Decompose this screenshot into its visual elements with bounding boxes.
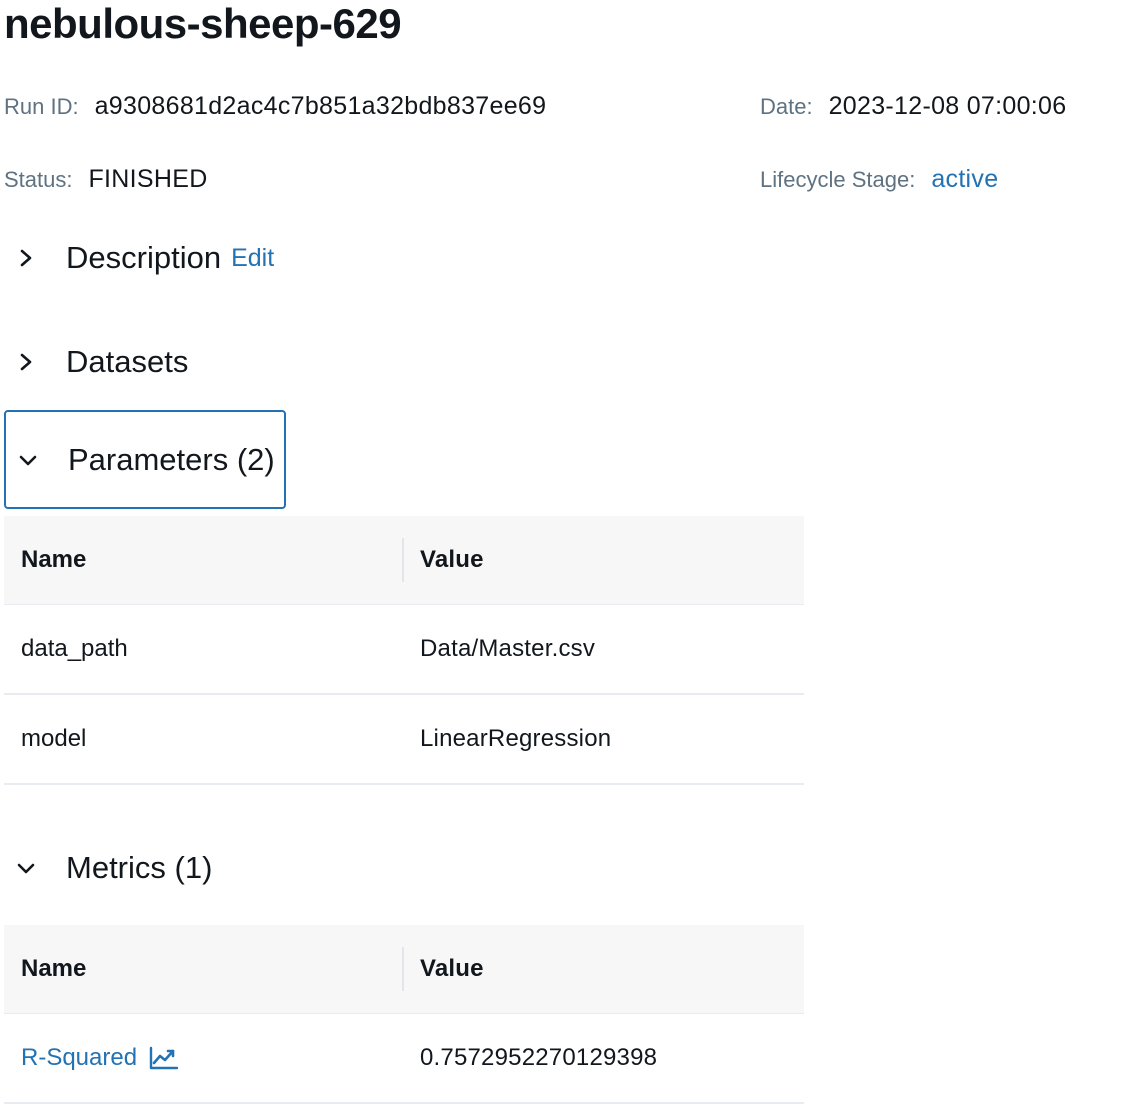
- run-id-value[interactable]: a9308681d2ac4c7b851a32bdb837ee69: [95, 92, 547, 121]
- datasets-title: Datasets: [66, 344, 189, 379]
- run-id-label: Run ID:: [4, 94, 79, 119]
- description-title: Description: [66, 240, 222, 275]
- date-label: Date:: [760, 94, 813, 119]
- table-row: model LinearRegression: [4, 695, 804, 785]
- chevron-down-icon: [6, 848, 46, 888]
- param-value: LinearRegression: [420, 725, 612, 752]
- table-header-row: Name Value: [4, 925, 804, 1014]
- metrics-section-header[interactable]: Metrics (1): [4, 846, 286, 890]
- edit-description-link[interactable]: Edit: [231, 244, 274, 273]
- datasets-section-header[interactable]: Datasets: [4, 340, 286, 384]
- metric-name-cell: R-Squared: [4, 1044, 404, 1072]
- column-header-value[interactable]: Value: [404, 546, 484, 574]
- table-header-row: Name Value: [4, 516, 804, 605]
- line-chart-icon[interactable]: [149, 1046, 179, 1070]
- parameters-section-header[interactable]: Parameters (2): [4, 410, 286, 509]
- lifecycle-row: Lifecycle Stage: active: [760, 165, 998, 194]
- param-name: data_path: [21, 635, 128, 662]
- metric-name: R-Squared: [21, 1044, 138, 1071]
- table-row: R-Squared 0.7572952270129398: [4, 1014, 804, 1104]
- column-header-name[interactable]: Name: [4, 955, 404, 983]
- run-details-page: nebulous-sheep-629 Run ID: a9308681d2ac4…: [0, 0, 1128, 1114]
- date-row: Date: 2023-12-08 07:00:06: [760, 92, 1066, 121]
- param-value: Data/Master.csv: [420, 635, 596, 662]
- date-value: 2023-12-08 07:00:06: [828, 92, 1067, 120]
- column-divider[interactable]: [402, 947, 404, 991]
- chevron-right-icon: [6, 342, 46, 382]
- column-header-value[interactable]: Value: [404, 955, 484, 983]
- description-section-header[interactable]: Description Edit: [4, 236, 274, 280]
- parameters-table: Name Value data_path Data/Master.csv mod…: [4, 516, 804, 785]
- parameters-title: Parameters (2): [68, 441, 275, 477]
- status-row: Status: FINISHED: [4, 165, 208, 194]
- metric-link[interactable]: R-Squared: [21, 1044, 179, 1072]
- table-row: data_path Data/Master.csv: [4, 605, 804, 695]
- column-divider[interactable]: [402, 538, 404, 582]
- metric-value: 0.7572952270129398: [420, 1044, 658, 1071]
- column-header-name[interactable]: Name: [4, 546, 404, 574]
- lifecycle-value[interactable]: active: [931, 165, 998, 194]
- run-id-row: Run ID: a9308681d2ac4c7b851a32bdb837ee69: [4, 92, 546, 121]
- page-title: nebulous-sheep-629: [4, 0, 402, 47]
- chevron-down-icon: [8, 440, 48, 480]
- lifecycle-label: Lifecycle Stage:: [760, 167, 916, 192]
- status-label: Status:: [4, 167, 73, 192]
- param-name: model: [21, 725, 87, 752]
- chevron-right-icon: [6, 238, 46, 278]
- metrics-table: Name Value R-Squared 0.7572952270129398: [4, 925, 804, 1104]
- metrics-title: Metrics (1): [66, 850, 213, 885]
- status-value: FINISHED: [88, 165, 208, 193]
